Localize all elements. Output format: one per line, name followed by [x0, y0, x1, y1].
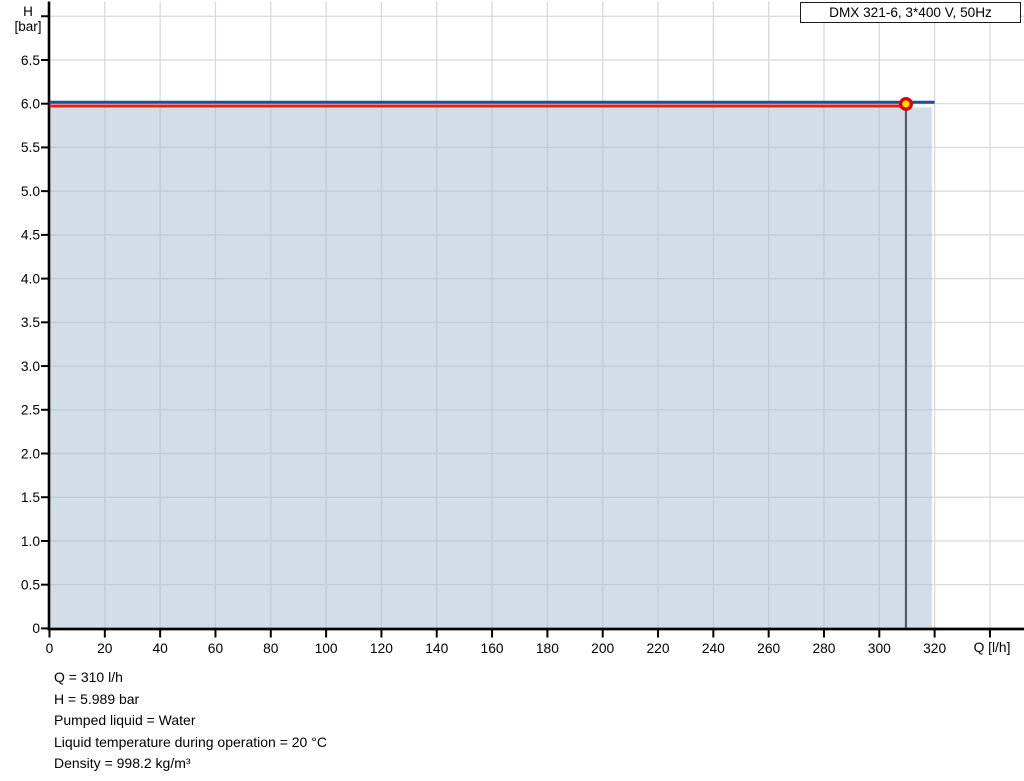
x-tick-label: 240: [702, 641, 725, 656]
x-tick-label: 320: [923, 641, 946, 656]
y-tick-label: 2.5: [21, 403, 41, 418]
y-tick-label: 0: [32, 621, 40, 636]
x-tick-label: 200: [591, 641, 614, 656]
y-axis-title-unit: [bar]: [14, 19, 42, 35]
y-tick-label: 5.0: [21, 184, 41, 199]
x-tick-label: 220: [647, 641, 670, 656]
x-tick-label: 260: [757, 641, 780, 656]
pump-performance-chart-page: 0 0.5 1.0 1.5 2.0 2.5 3.0 3.5 4.0 4.5 5.0 5.5 6.0 6.5…: [0, 0, 1024, 781]
operating-point-marker: [898, 96, 913, 111]
footer-line-head: H = 5.989 bar: [54, 690, 140, 707]
y-tick-label: 3.5: [21, 315, 41, 330]
x-tick-label: 160: [481, 641, 504, 656]
footer-line-liquid-temperature: Liquid temperature during operation = 20…: [54, 733, 327, 750]
y-tick-label: 0.5: [21, 577, 41, 592]
x-tick-label: 20: [97, 641, 113, 656]
y-tick-label: 4.0: [21, 271, 41, 286]
x-axis-title: Q [l/h]: [973, 640, 1011, 655]
y-tick-label: 4.5: [21, 228, 41, 243]
y-tick-label: 3.0: [21, 359, 41, 374]
y-tick-label: 2.0: [21, 446, 41, 461]
y-tick-label: 6.5: [21, 53, 41, 68]
x-tick-label: 280: [812, 641, 835, 656]
x-tick-label: 40: [152, 641, 168, 656]
y-tick-label: 1.0: [21, 534, 41, 549]
chart-canvas: 0 0.5 1.0 1.5 2.0 2.5 3.0 3.5 4.0 4.5 5.0 5.5 6.0 6.5…: [21, 1, 1024, 656]
y-axis-title-symbol: H: [23, 4, 33, 19]
x-tick-label: 180: [536, 641, 559, 656]
y-tick-label: 5.5: [21, 140, 41, 155]
x-tick-label: 140: [425, 641, 448, 656]
footer-line-pumped-liquid: Pumped liquid = Water: [54, 712, 196, 729]
x-tick-label: 120: [370, 641, 393, 656]
x-tick-label: 0: [46, 641, 54, 656]
x-tick-label: 60: [208, 641, 224, 656]
y-axis-title: H [bar]: [6, 4, 50, 35]
y-tick-label: 6.0: [21, 97, 41, 112]
x-tick-label: 100: [315, 641, 338, 656]
curve-area-fill: [49, 107, 932, 628]
chart-footer: Q = 310 l/h H = 5.989 bar Pumped liquid …: [54, 667, 327, 775]
y-tick-label: 1.5: [21, 490, 41, 505]
x-tick-label: 300: [868, 641, 891, 656]
legend-label: DMX 321-6, 3*400 V, 50Hz: [829, 5, 992, 20]
x-tick-label: 80: [263, 641, 279, 656]
footer-line-flow: Q = 310 l/h: [54, 669, 123, 685]
legend-box: DMX 321-6, 3*400 V, 50Hz: [800, 2, 1021, 23]
footer-line-density: Density = 998.2 kg/m³: [54, 755, 191, 772]
